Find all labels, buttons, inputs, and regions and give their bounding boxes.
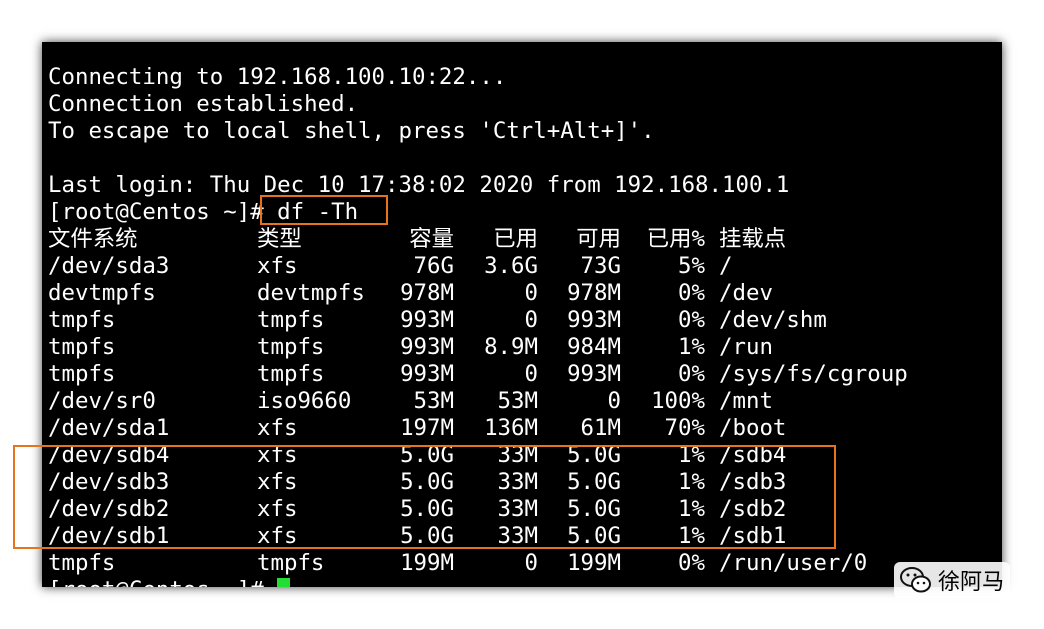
df-cell-fs-type: iso9660 xyxy=(257,388,352,414)
df-row: tmpfs tmpfs 993M 0 993M 0% /dev/shm xyxy=(42,307,1002,334)
df-cell-filesystem: tmpfs xyxy=(48,550,116,576)
df-row: /dev/sr0 iso9660 53M 53M 0 100% /mnt xyxy=(42,388,1002,415)
header-type: 类型 xyxy=(257,226,302,252)
df-cell-avail: 199M xyxy=(567,550,621,576)
df-cell-fs-type: xfs xyxy=(257,415,298,441)
df-cell-mountpoint: /dev xyxy=(719,280,773,306)
df-cell-used: 8.9M xyxy=(484,334,538,360)
df-cell-fs-type: devtmpfs xyxy=(257,280,365,306)
df-cell-filesystem: devtmpfs xyxy=(48,280,156,306)
command-highlight-box xyxy=(260,195,388,225)
df-cell-avail: 984M xyxy=(567,334,621,360)
header-used: 已用 xyxy=(493,226,538,252)
df-cell-fs-type: tmpfs xyxy=(257,334,325,360)
df-row: /dev/sda3 xfs 76G 3.6G 73G 5% / xyxy=(42,253,1002,280)
df-cell-use-percent: 0% xyxy=(678,280,705,306)
df-cell-size: 978M xyxy=(400,280,454,306)
terminal-line: To escape to local shell, press 'Ctrl+Al… xyxy=(48,118,655,144)
df-cell-size: 993M xyxy=(400,334,454,360)
df-row: tmpfs tmpfs 199M 0 199M 0% /run/user/0 xyxy=(42,550,1002,577)
df-cell-avail: 73G xyxy=(580,253,621,279)
df-cell-use-percent: 1% xyxy=(678,334,705,360)
df-cell-avail: 0 xyxy=(607,388,621,414)
terminal-line: Connecting to 192.168.100.10:22... xyxy=(48,64,507,90)
df-cell-use-percent: 70% xyxy=(664,415,705,441)
df-cell-size: 197M xyxy=(400,415,454,441)
df-cell-filesystem: tmpfs xyxy=(48,361,116,387)
df-row: tmpfs tmpfs 993M 8.9M 984M 1% /run xyxy=(42,334,1002,361)
header-size: 容量 xyxy=(409,226,454,252)
df-cell-used: 3.6G xyxy=(484,253,538,279)
df-cell-use-percent: 0% xyxy=(678,307,705,333)
df-cell-filesystem: tmpfs xyxy=(48,334,116,360)
df-cell-mountpoint: /dev/shm xyxy=(719,307,827,333)
prompt-text: [root@Centos ~]# xyxy=(48,577,277,587)
df-cell-used: 53M xyxy=(497,388,538,414)
wechat-icon xyxy=(899,567,931,593)
df-cell-used: 0 xyxy=(524,280,538,306)
df-cell-mountpoint: /boot xyxy=(719,415,787,441)
df-row: /dev/sda1 xfs 197M 136M 61M 70% /boot xyxy=(42,415,1002,442)
df-header-row: 文件系统 类型 容量 已用 可用 已用% 挂载点 xyxy=(42,226,1002,253)
df-cell-size: 76G xyxy=(413,253,454,279)
header-use-percent: 已用% xyxy=(646,226,705,252)
df-cell-used: 0 xyxy=(524,361,538,387)
df-cell-use-percent: 0% xyxy=(678,550,705,576)
header-avail: 可用 xyxy=(576,226,621,252)
df-cell-avail: 61M xyxy=(580,415,621,441)
df-cell-filesystem: tmpfs xyxy=(48,307,116,333)
terminal-line: Last login: Thu Dec 10 17:38:02 2020 fro… xyxy=(48,172,790,198)
df-cell-filesystem: /dev/sr0 xyxy=(48,388,156,414)
df-cell-mountpoint: /sys/fs/cgroup xyxy=(719,361,908,387)
df-cell-mountpoint: /run xyxy=(719,334,773,360)
df-cell-used: 136M xyxy=(484,415,538,441)
df-cell-use-percent: 100% xyxy=(651,388,705,414)
df-cell-size: 993M xyxy=(400,361,454,387)
df-cell-size: 53M xyxy=(413,388,454,414)
df-cell-used: 0 xyxy=(524,550,538,576)
df-cell-mountpoint: /run/user/0 xyxy=(719,550,868,576)
df-cell-size: 199M xyxy=(400,550,454,576)
df-row: devtmpfs devtmpfs 978M 0 978M 0% /dev xyxy=(42,280,1002,307)
watermark: 徐阿马 xyxy=(893,562,1010,598)
df-cell-fs-type: xfs xyxy=(257,253,298,279)
header-mountpoint: 挂载点 xyxy=(719,226,787,252)
df-cell-avail: 978M xyxy=(567,280,621,306)
terminal-line: Connection established. xyxy=(48,91,359,117)
df-cell-avail: 993M xyxy=(567,361,621,387)
df-cell-filesystem: /dev/sda1 xyxy=(48,415,170,441)
df-cell-size: 993M xyxy=(400,307,454,333)
sdb-rows-highlight-box xyxy=(13,445,836,549)
df-cell-fs-type: tmpfs xyxy=(257,550,325,576)
df-cell-use-percent: 0% xyxy=(678,361,705,387)
df-cell-fs-type: tmpfs xyxy=(257,361,325,387)
watermark-text: 徐阿马 xyxy=(937,570,1004,595)
cursor xyxy=(277,578,291,587)
df-cell-use-percent: 5% xyxy=(678,253,705,279)
df-cell-filesystem: /dev/sda3 xyxy=(48,253,170,279)
df-cell-fs-type: tmpfs xyxy=(257,307,325,333)
df-cell-used: 0 xyxy=(524,307,538,333)
df-row: tmpfs tmpfs 993M 0 993M 0% /sys/fs/cgroup xyxy=(42,361,1002,388)
df-cell-avail: 993M xyxy=(567,307,621,333)
df-cell-mountpoint: / xyxy=(719,253,733,279)
header-filesystem: 文件系统 xyxy=(48,226,138,252)
df-cell-mountpoint: /mnt xyxy=(719,388,773,414)
final-prompt-line[interactable]: [root@Centos ~]# xyxy=(48,577,291,587)
